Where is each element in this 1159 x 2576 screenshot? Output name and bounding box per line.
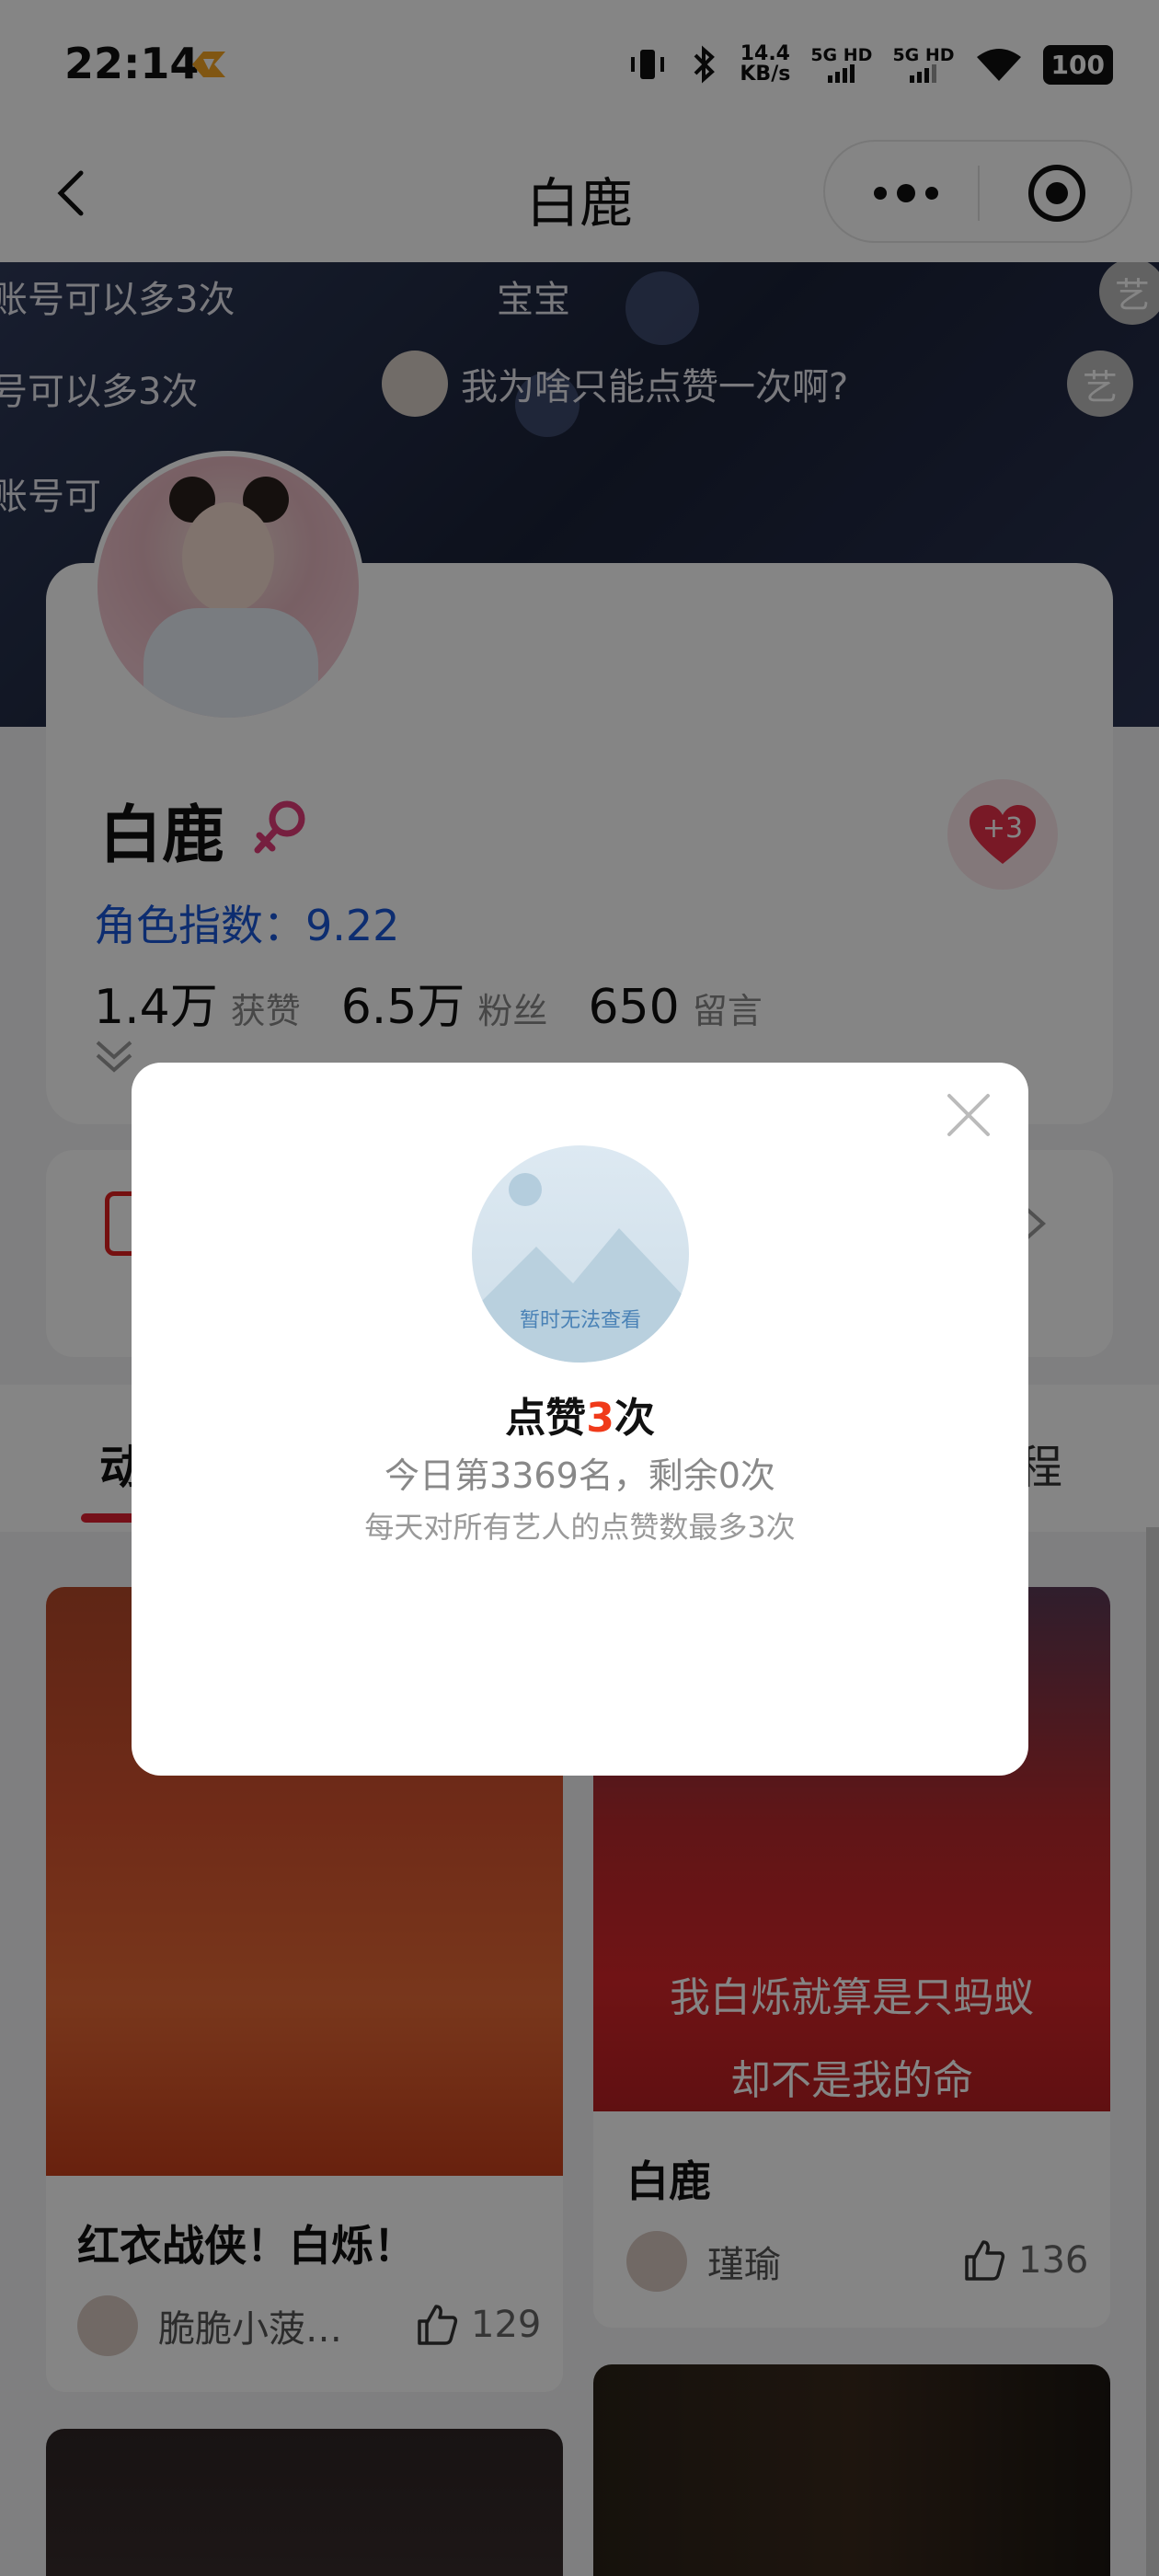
like-result-dialog: 暂时无法查看 点赞3次 今日第3369名，剩余0次 每天对所有艺人的点赞数最多3… (132, 1063, 1028, 1776)
image-placeholder: 暂时无法查看 (472, 1145, 689, 1363)
dialog-title: 点赞3次 (132, 1385, 1028, 1443)
rank-text: 今日第3369名，剩余0次 (384, 1455, 775, 1496)
placeholder-hint: 暂时无法查看 (519, 1309, 641, 1332)
title-count: 3 (586, 1395, 614, 1442)
close-icon[interactable] (946, 1092, 992, 1138)
title-suffix: 次 (614, 1395, 655, 1442)
limit-note: 每天对所有艺人的点赞数最多3次 (364, 1510, 796, 1545)
mountain-icon (472, 1228, 689, 1363)
title-prefix: 点赞 (505, 1395, 587, 1442)
